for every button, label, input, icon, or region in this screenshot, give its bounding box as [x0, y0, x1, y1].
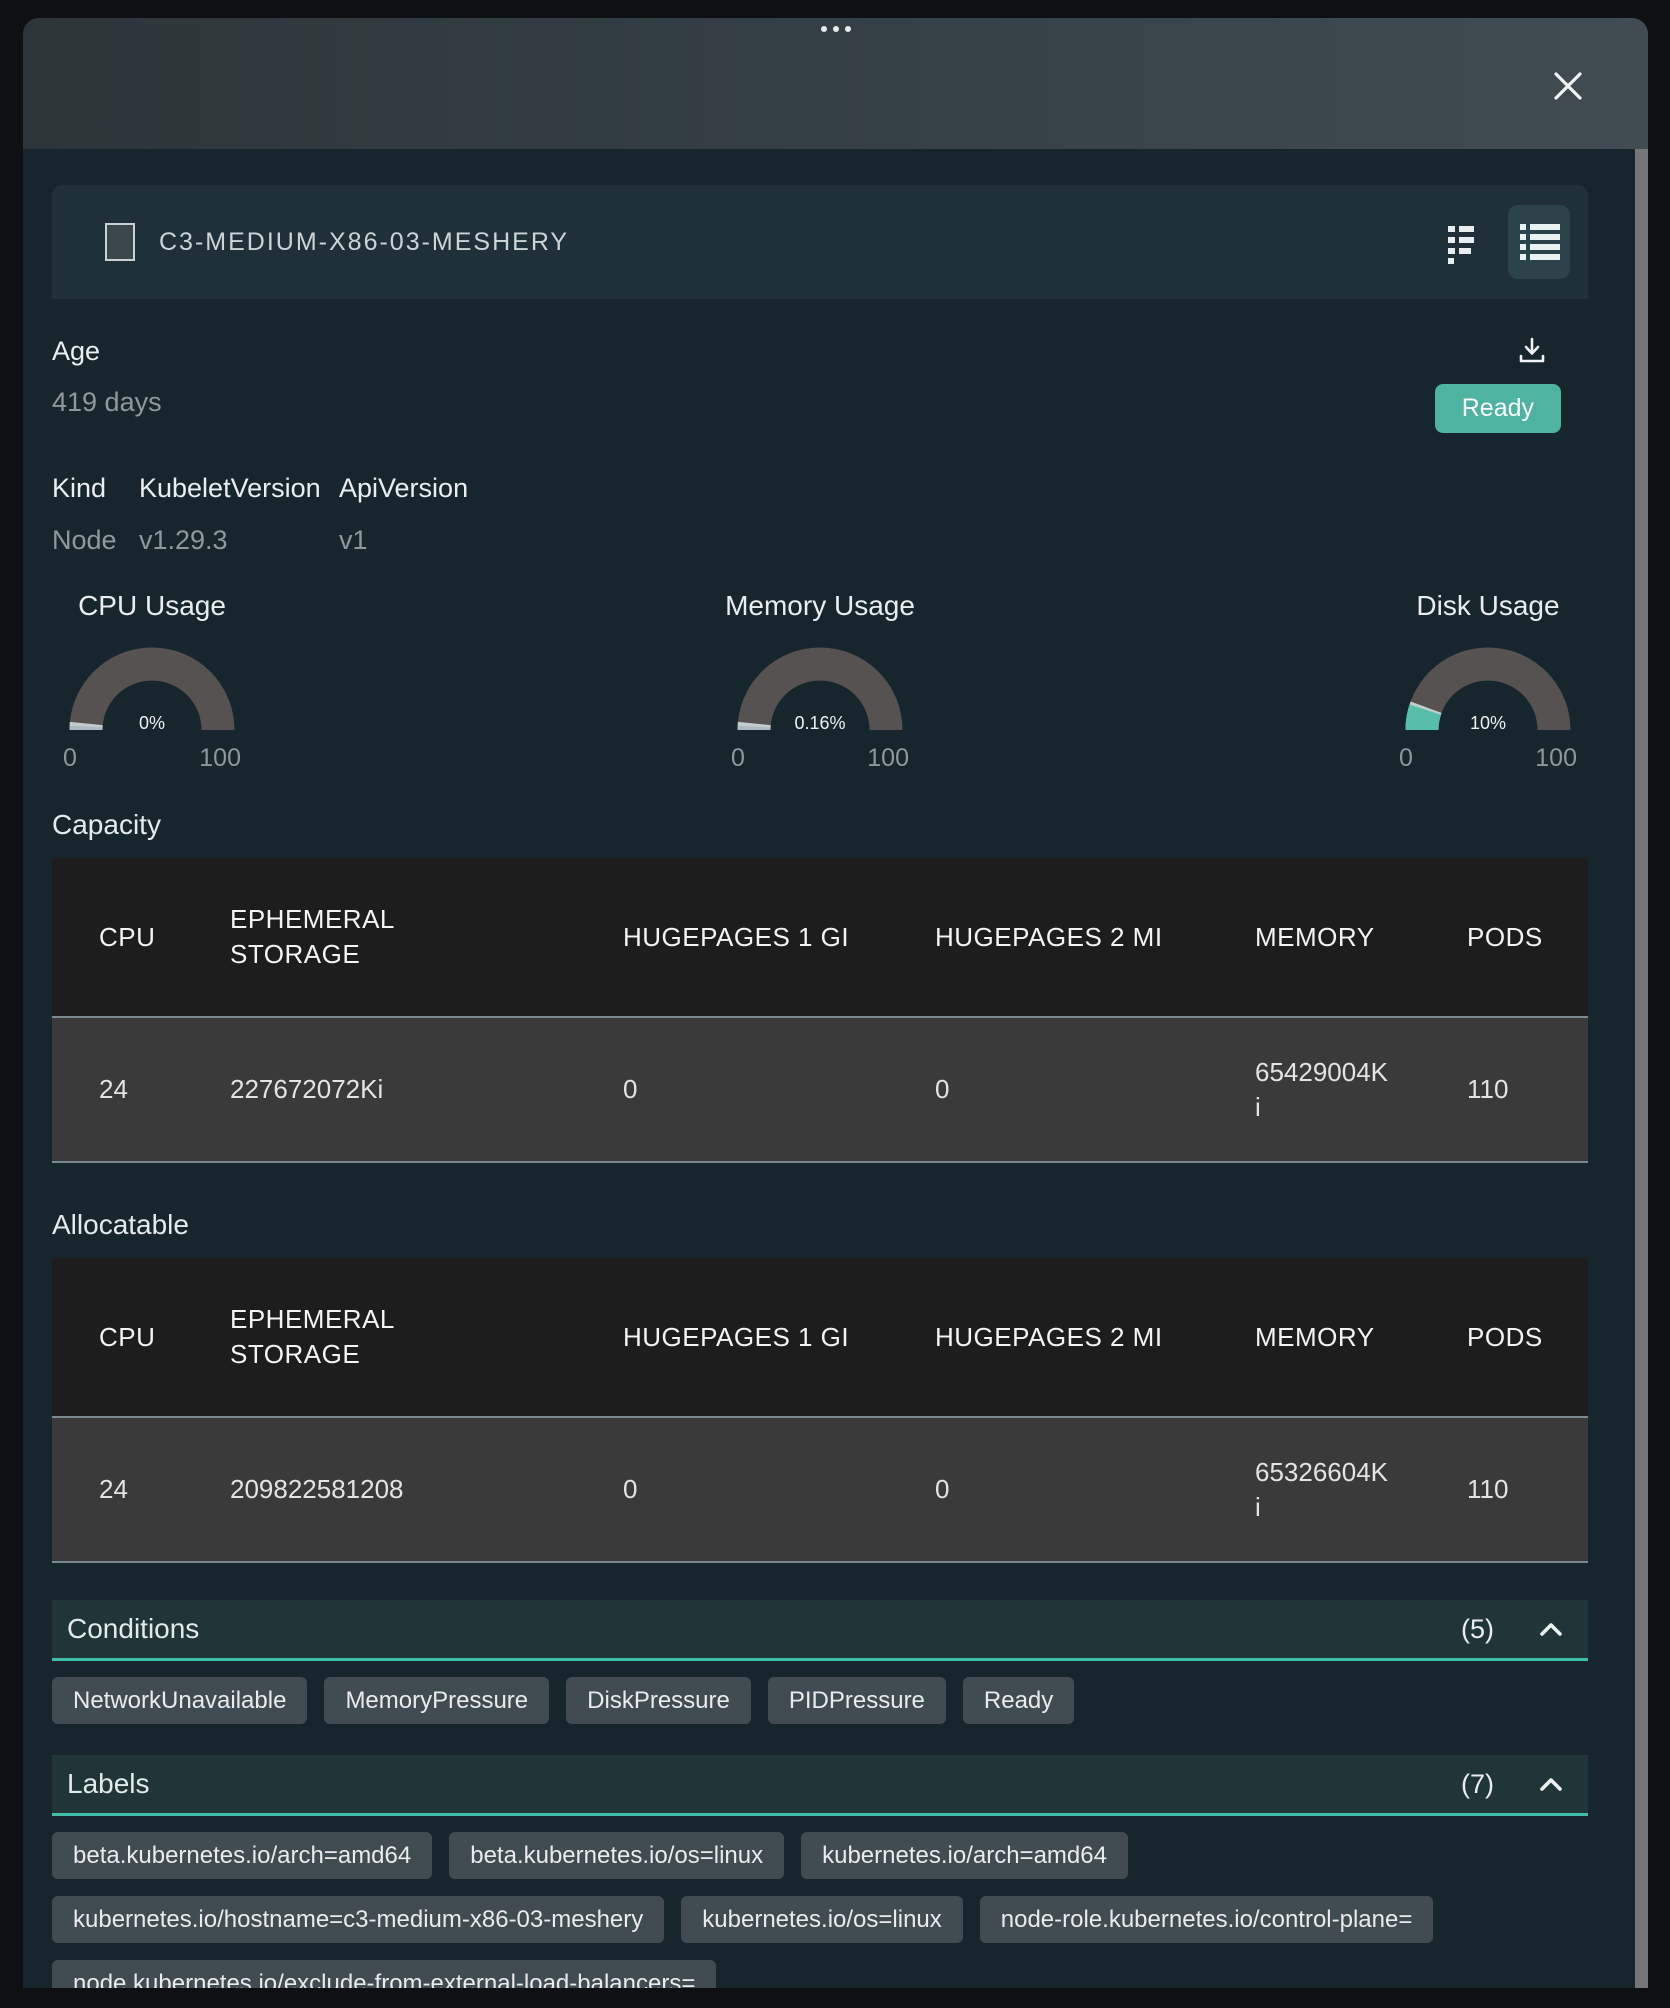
kind-label: Kind — [52, 473, 139, 504]
disk-usage-value: 10% — [1405, 713, 1571, 734]
label-chip: beta.kubernetes.io/os=linux — [449, 1832, 784, 1879]
resource-card-header: C3-MEDIUM-X86-03-MESHERY — [52, 185, 1588, 299]
capacity-table-row: 24 227672072Ki 0 0 65429004Ki 110 — [52, 1018, 1588, 1163]
cell-hugepages-2mi: 0 — [935, 1072, 949, 1107]
kind-value: Node — [52, 525, 139, 556]
cell-cpu: 24 — [99, 1072, 128, 1107]
usage-gauges: CPU Usage 0% 0 100 Me — [52, 590, 1588, 773]
labels-title: Labels — [67, 1768, 1461, 1800]
modal-body: C3-MEDIUM-X86-03-MESHERY — [23, 149, 1648, 1988]
cell-hugepages-1gi: 0 — [623, 1072, 637, 1107]
capacity-title: Capacity — [52, 809, 1588, 841]
cpu-usage-title: CPU Usage — [78, 590, 226, 622]
col-pods: PODS — [1467, 1320, 1539, 1355]
allocatable-table-header: CPU EPHEMERAL STORAGE HUGEPAGES 1 GI HUG… — [52, 1258, 1588, 1418]
condition-chip: DiskPressure — [566, 1677, 751, 1724]
col-ephemeral-storage: EPHEMERAL STORAGE — [230, 902, 490, 972]
condition-chip: PIDPressure — [768, 1677, 946, 1724]
col-memory: MEMORY — [1255, 1320, 1375, 1355]
list-view-icon[interactable] — [1508, 205, 1570, 279]
gauge-min-label: 0 — [63, 744, 77, 773]
col-hugepages-2mi: HUGEPAGES 2 MI — [935, 1320, 1163, 1355]
select-checkbox[interactable] — [105, 223, 135, 261]
allocatable-table: CPU EPHEMERAL STORAGE HUGEPAGES 1 GI HUG… — [52, 1258, 1588, 1563]
labels-section-header[interactable]: Labels (7) — [52, 1755, 1588, 1816]
disk-usage-title: Disk Usage — [1416, 590, 1559, 622]
gauge-min-label: 0 — [1399, 744, 1413, 773]
label-chip: kubernetes.io/hostname=c3-medium-x86-03-… — [52, 1896, 664, 1943]
cell-pods: 110 — [1467, 1072, 1508, 1107]
cell-ephemeral-storage: 227672072Ki — [230, 1072, 383, 1107]
cell-pods: 110 — [1467, 1472, 1508, 1507]
cell-ephemeral-storage: 209822581208 — [230, 1472, 404, 1507]
capacity-table-header: CPU EPHEMERAL STORAGE HUGEPAGES 1 GI HUG… — [52, 858, 1588, 1018]
condition-chip: Ready — [963, 1677, 1074, 1724]
label-chip: node.kubernetes.io/exclude-from-external… — [52, 1960, 716, 1988]
age-value: 419 days — [52, 387, 162, 418]
cell-memory: 65429004Ki — [1255, 1055, 1393, 1125]
gauge-max-label: 100 — [867, 744, 909, 773]
col-hugepages-1gi: HUGEPAGES 1 GI — [623, 1320, 849, 1355]
memory-usage-value: 0.16% — [737, 713, 903, 734]
conditions-title: Conditions — [67, 1613, 1461, 1645]
allocatable-title: Allocatable — [52, 1209, 1588, 1241]
chevron-up-icon[interactable] — [1538, 1620, 1564, 1638]
gauge-max-label: 100 — [1535, 744, 1577, 773]
labels-chip-list: beta.kubernetes.io/arch=amd64 beta.kuber… — [52, 1832, 1588, 1988]
api-version-label: ApiVersion — [339, 473, 599, 504]
label-chip: kubernetes.io/arch=amd64 — [801, 1832, 1128, 1879]
chevron-up-icon[interactable] — [1538, 1775, 1564, 1793]
cpu-usage-value: 0% — [69, 713, 235, 734]
gauge-max-label: 100 — [199, 744, 241, 773]
col-pods: PODS — [1467, 920, 1539, 955]
node-title: C3-MEDIUM-X86-03-MESHERY — [159, 228, 1430, 257]
conditions-count: (5) — [1461, 1614, 1494, 1645]
cpu-usage-gauge: CPU Usage 0% 0 100 — [52, 590, 252, 773]
label-chip: beta.kubernetes.io/arch=amd64 — [52, 1832, 432, 1879]
allocatable-table-row: 24 209822581208 0 0 65326604Ki 110 — [52, 1418, 1588, 1563]
conditions-chip-list: NetworkUnavailable MemoryPressure DiskPr… — [52, 1677, 1588, 1724]
memory-usage-title: Memory Usage — [725, 590, 915, 622]
memory-usage-gauge: Memory Usage 0.16% 0 100 — [720, 590, 920, 773]
cell-cpu: 24 — [99, 1472, 128, 1507]
modal-title-bar — [23, 18, 1648, 149]
tree-view-icon[interactable] — [1430, 205, 1492, 279]
capacity-table: CPU EPHEMERAL STORAGE HUGEPAGES 1 GI HUG… — [52, 858, 1588, 1163]
api-version-value: v1 — [339, 525, 599, 556]
vertical-scrollbar[interactable] — [1635, 149, 1648, 1988]
col-ephemeral-storage: EPHEMERAL STORAGE — [230, 1302, 490, 1372]
condition-chip: NetworkUnavailable — [52, 1677, 307, 1724]
label-chip: kubernetes.io/os=linux — [681, 1896, 962, 1943]
col-memory: MEMORY — [1255, 920, 1375, 955]
col-hugepages-2mi: HUGEPAGES 2 MI — [935, 920, 1163, 955]
cell-hugepages-1gi: 0 — [623, 1472, 637, 1507]
status-badge: Ready — [1435, 384, 1561, 433]
disk-usage-gauge: Disk Usage 10% 0 100 — [1388, 590, 1588, 773]
download-icon[interactable] — [1517, 336, 1547, 366]
col-hugepages-1gi: HUGEPAGES 1 GI — [623, 920, 849, 955]
kubelet-version-label: KubeletVersion — [139, 473, 339, 504]
node-details-modal: C3-MEDIUM-X86-03-MESHERY — [23, 18, 1648, 1988]
kubelet-version-value: v1.29.3 — [139, 525, 339, 556]
drag-handle-icon[interactable] — [821, 26, 851, 32]
col-cpu: CPU — [99, 1320, 147, 1355]
col-cpu: CPU — [99, 920, 147, 955]
label-chip: node-role.kubernetes.io/control-plane= — [980, 1896, 1434, 1943]
conditions-section-header[interactable]: Conditions (5) — [52, 1600, 1588, 1661]
age-label: Age — [52, 336, 162, 367]
condition-chip: MemoryPressure — [324, 1677, 549, 1724]
cell-hugepages-2mi: 0 — [935, 1472, 949, 1507]
gauge-min-label: 0 — [731, 744, 745, 773]
cell-memory: 65326604Ki — [1255, 1455, 1393, 1525]
close-icon[interactable] — [1550, 68, 1586, 104]
labels-count: (7) — [1461, 1769, 1494, 1800]
